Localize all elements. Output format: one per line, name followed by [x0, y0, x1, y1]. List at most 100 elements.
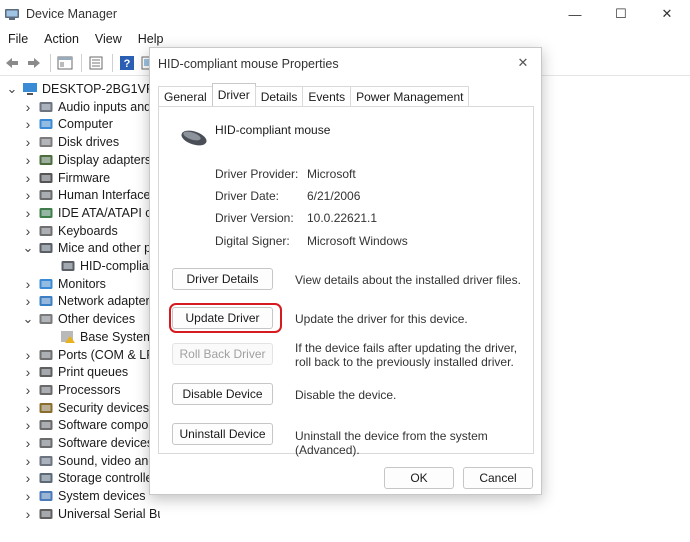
tree-category-item[interactable]: › Monitors — [22, 275, 106, 293]
tree-category-item[interactable]: ⌄ Other devices — [22, 310, 136, 328]
back-arrow-icon[interactable] — [2, 53, 22, 73]
dialog-title: HID-compliant mouse Properties — [158, 57, 339, 71]
tree-child-item[interactable]: HID-complian — [60, 257, 156, 275]
tree-category-item[interactable]: › Universal Serial Bus controllers — [22, 505, 160, 523]
driver-details-button[interactable]: Driver Details — [172, 268, 273, 290]
tree-category-item[interactable]: › Sound, video and — [22, 452, 156, 470]
tree-category-item[interactable]: › Keyboards — [22, 222, 118, 240]
tree-item-label: Sound, video and — [58, 453, 156, 468]
chevron-down-icon[interactable]: ⌄ — [22, 240, 34, 255]
cancel-button[interactable]: Cancel — [463, 467, 533, 489]
chevron-right-icon[interactable]: › — [22, 152, 34, 168]
tree-item-label: Mice and other p — [58, 241, 152, 256]
chevron-right-icon[interactable]: › — [22, 417, 34, 433]
dialog-close-icon[interactable]: ✕ — [513, 54, 533, 72]
chevron-right-icon[interactable]: › — [22, 205, 34, 221]
tree-category-item[interactable]: › System devices — [22, 487, 146, 505]
chevron-right-icon[interactable]: › — [22, 187, 34, 203]
tree-item-label: Display adapters — [58, 152, 152, 167]
digital-signer-value: Microsoft Windows — [307, 234, 408, 248]
tree-item-label: Security devices — [58, 400, 150, 415]
maximize-button[interactable]: ☐ — [598, 0, 644, 28]
chevron-right-icon[interactable]: › — [22, 470, 34, 486]
properties-view-icon[interactable] — [55, 53, 75, 73]
svg-text:?: ? — [124, 58, 131, 70]
chevron-right-icon[interactable]: › — [22, 99, 34, 115]
tree-category-item[interactable]: ⌄ Mice and other p — [22, 239, 152, 257]
driver-details-description: View details about the installed driver … — [295, 273, 521, 287]
tree-category-item[interactable]: › Disk drives — [22, 133, 119, 151]
chevron-right-icon[interactable]: › — [22, 364, 34, 380]
tree-root-label: DESKTOP-2BG1VF6 — [42, 82, 160, 96]
chevron-right-icon[interactable]: › — [22, 223, 34, 239]
tree-category-item[interactable]: › Display adapters — [22, 151, 151, 169]
tree-category-item[interactable]: › IDE ATA/ATAPI co — [22, 204, 159, 222]
chevron-right-icon[interactable]: › — [22, 453, 34, 469]
roll-back-driver-button[interactable]: Roll Back Driver — [172, 343, 273, 365]
tree-item-label: Storage controlle — [58, 471, 153, 486]
tree-category-item[interactable]: › Ports (COM & LP — [22, 346, 155, 364]
chevron-right-icon[interactable]: › — [22, 435, 34, 451]
chevron-down-icon[interactable]: ⌄ — [22, 311, 34, 326]
tree-category-item[interactable]: › Print queues — [22, 363, 129, 381]
driver-provider-value: Microsoft — [307, 167, 356, 181]
tree-item-label: Other devices — [58, 312, 136, 327]
uninstall-device-button[interactable]: Uninstall Device — [172, 423, 273, 445]
disable-device-button[interactable]: Disable Device — [172, 383, 273, 405]
tree-child-item[interactable]: Base System D — [60, 328, 160, 346]
chevron-right-icon[interactable]: › — [22, 170, 34, 186]
tab-driver[interactable]: Driver — [211, 83, 256, 106]
device-manager-icon — [5, 9, 19, 20]
uninstall-device-description: Uninstall the device from the system (Ad… — [295, 429, 488, 457]
list-view-icon[interactable] — [86, 53, 106, 73]
tree-item-label: Network adapter — [58, 294, 150, 309]
tree-category-item[interactable]: › Firmware — [22, 169, 110, 187]
tree-item-label: Processors — [58, 382, 121, 397]
tab-power-management[interactable]: Power Management — [350, 86, 470, 106]
chevron-right-icon[interactable]: › — [22, 347, 34, 363]
chevron-right-icon[interactable]: › — [22, 116, 34, 132]
speaker-icon — [38, 454, 54, 468]
mouse-icon — [38, 241, 54, 255]
software-icon — [38, 436, 54, 450]
driver-provider-label: Driver Provider: — [215, 167, 299, 181]
tree-category-item[interactable]: › Software compo — [22, 416, 149, 434]
menu-action[interactable]: Action — [36, 32, 87, 46]
tree-category-item[interactable]: › Software devices — [22, 434, 154, 452]
tree-category-item[interactable]: › Audio inputs and — [22, 98, 151, 116]
tree-root[interactable]: ⌄ DESKTOP-2BG1VF6 — [6, 80, 160, 98]
hid-icon — [38, 188, 54, 202]
minimize-button[interactable]: — — [552, 0, 598, 28]
chevron-right-icon[interactable]: › — [22, 506, 34, 522]
tab-details[interactable]: Details — [254, 86, 304, 106]
chevron-right-icon[interactable]: › — [22, 400, 34, 416]
tree-category-item[interactable]: › Network adapter — [22, 292, 150, 310]
tree-category-item[interactable]: › Processors — [22, 381, 121, 399]
tree-category-item[interactable]: › Security devices — [22, 399, 149, 417]
menu-view[interactable]: View — [87, 32, 130, 46]
close-button[interactable]: ✕ — [644, 0, 690, 28]
tree-item-label: Firmware — [58, 170, 111, 185]
update-driver-button[interactable]: Update Driver — [172, 307, 273, 329]
tab-events[interactable]: Events — [302, 86, 352, 106]
chevron-right-icon[interactable]: › — [22, 382, 34, 398]
menu-help[interactable]: Help — [130, 32, 172, 46]
chevron-right-icon[interactable]: › — [22, 488, 34, 504]
chevron-right-icon[interactable]: › — [22, 134, 34, 150]
ok-button[interactable]: OK — [384, 467, 454, 489]
help-icon[interactable]: ? — [117, 53, 137, 73]
disk-icon — [38, 135, 54, 149]
computer-icon — [22, 82, 38, 96]
menu-file[interactable]: File — [0, 32, 36, 46]
tree-category-item[interactable]: › Computer — [22, 115, 113, 133]
chevron-right-icon[interactable]: › — [22, 293, 34, 309]
tree-item-label: Ports (COM & LP — [58, 347, 155, 362]
tree-category-item[interactable]: › Storage controlle — [22, 469, 153, 487]
tab-general[interactable]: General — [158, 86, 213, 106]
tree-item-label: Software devices — [58, 436, 154, 450]
chevron-down-icon[interactable]: ⌄ — [6, 81, 18, 96]
chevron-right-icon[interactable]: › — [22, 276, 34, 292]
tree-category-item[interactable]: › Human Interface — [22, 186, 151, 204]
ide-icon — [38, 206, 54, 220]
forward-arrow-icon[interactable] — [24, 53, 44, 73]
